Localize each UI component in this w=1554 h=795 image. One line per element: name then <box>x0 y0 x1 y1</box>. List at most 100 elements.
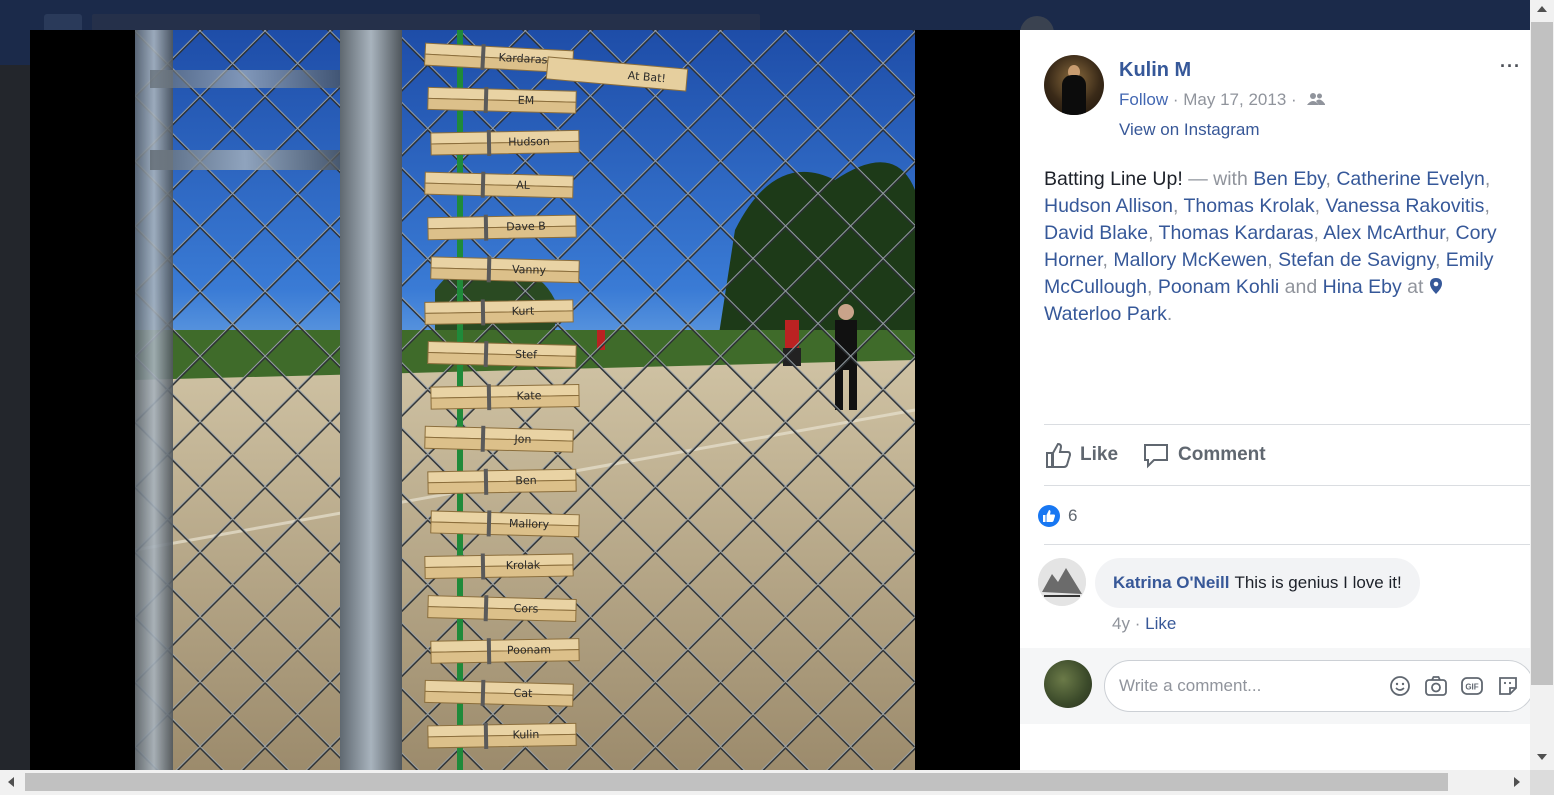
tagged-friend-link[interactable]: Thomas Krolak <box>1183 195 1314 217</box>
clothespin: Poonam <box>430 638 580 665</box>
photo-stage: Kardaras EM Hudson AL Dave B Vanny Kurt Stef Kat… <box>30 30 1020 770</box>
clothespin-label: Cat <box>513 687 533 701</box>
scroll-up-arrow-icon[interactable] <box>1536 4 1548 14</box>
comment-placeholder: Write a comment... <box>1119 676 1262 695</box>
comment-meta: 4y · Like <box>1112 614 1176 634</box>
scrollbar-corner <box>1530 770 1554 795</box>
caption-text: , <box>1313 222 1324 244</box>
clothespin-label: Dave B <box>506 220 546 234</box>
caption-line: David Blake, Thomas Kardaras, Alex McArt… <box>1044 220 1530 247</box>
like-button[interactable]: Like <box>1044 438 1118 472</box>
scroll-left-arrow-icon[interactable] <box>6 776 16 788</box>
caption-text: , <box>1267 249 1279 271</box>
clothespin-label: Hudson <box>508 135 550 149</box>
comment-input[interactable]: Write a comment... GIF <box>1104 660 1534 712</box>
clothespin-label: Kardaras <box>498 51 548 67</box>
author-avatar[interactable] <box>1044 55 1104 115</box>
tagged-friend-link[interactable]: Vanessa Rakovitis <box>1325 195 1484 217</box>
comment-label: Comment <box>1178 444 1266 465</box>
caption-text: , <box>1148 222 1159 244</box>
clothespin-label: EM <box>518 94 535 107</box>
tagged-friend-link[interactable]: Alex McArthur <box>1323 222 1444 244</box>
like-reaction-icon <box>1038 505 1060 527</box>
emoji-icon[interactable] <box>1387 673 1413 699</box>
caption-text: and <box>1279 276 1323 298</box>
reactions-summary[interactable]: 6 <box>1038 504 1077 528</box>
caption-text: , <box>1102 249 1114 271</box>
clothespin-label: Vanny <box>512 263 547 277</box>
view-on-instagram-link[interactable]: View on Instagram <box>1119 120 1259 140</box>
caption-text: . <box>1166 303 1173 325</box>
location-pin-icon <box>1429 278 1442 294</box>
clothespin-label: Kate <box>516 389 541 402</box>
clothespin-label: Cors <box>514 602 539 616</box>
sticker-icon[interactable] <box>1495 673 1521 699</box>
friends-audience-icon[interactable] <box>1307 92 1326 106</box>
caption-text: , <box>1444 222 1456 244</box>
clothespin: Dave B <box>427 214 577 241</box>
more-options-icon[interactable]: ··· <box>1500 56 1521 77</box>
tagged-friend-link[interactable]: Cory <box>1456 222 1497 244</box>
tagged-friend-link[interactable]: Stefan de Savigny <box>1278 249 1435 271</box>
thumbs-up-icon <box>1046 442 1072 468</box>
comment-text: This is genius I love it! <box>1234 573 1402 592</box>
comment-bubble: Katrina O'Neill This is genius I love it… <box>1095 558 1420 608</box>
post-caption: Batting Line Up! — with Ben Eby, Catheri… <box>1044 166 1530 328</box>
tagged-friend-link[interactable]: Thomas Kardaras <box>1159 222 1314 244</box>
clothespin: Hudson <box>430 129 580 157</box>
clothespin-label: Ben <box>515 474 537 487</box>
caption-text: , <box>1173 195 1184 217</box>
clothespin-label: Mallory <box>509 517 550 531</box>
commenter-name[interactable]: Katrina O'Neill <box>1113 573 1229 593</box>
caption-text: , <box>1314 195 1326 217</box>
divider-mid <box>1044 485 1530 486</box>
caption-line: Batting Line Up! — with Ben Eby, Catheri… <box>1044 166 1530 193</box>
clothespin-label: Kulin <box>513 728 540 741</box>
divider-top <box>1044 424 1530 425</box>
clothespin: Krolak <box>424 553 574 580</box>
like-label: Like <box>1080 444 1119 465</box>
clothespin-label: Poonam <box>507 643 551 657</box>
camera-icon[interactable] <box>1423 673 1449 699</box>
tagged-friend-link[interactable]: Hudson Allison <box>1044 195 1173 217</box>
comment-button[interactable]: Comment <box>1142 438 1266 472</box>
author-name[interactable]: Kulin M <box>1119 59 1191 82</box>
caption-text: , <box>1434 249 1446 271</box>
post-meta: Follow · May 17, 2013 · <box>1119 90 1326 110</box>
tagged-friend-link[interactable]: Mallory McKewen <box>1113 249 1267 271</box>
commenter-avatar[interactable] <box>1038 558 1086 606</box>
tagged-friend-link[interactable]: David Blake <box>1044 222 1148 244</box>
tagged-friend-link[interactable]: Emily <box>1446 249 1494 271</box>
tagged-friend-link[interactable]: Hina Eby <box>1323 276 1402 298</box>
horizontal-scroll-thumb[interactable] <box>25 773 1448 791</box>
tagged-friend-link[interactable]: Ben Eby <box>1253 168 1325 190</box>
caption-text: , <box>1146 276 1158 298</box>
tagged-friend-link[interactable]: Waterloo Park <box>1044 303 1167 325</box>
vertical-scroll-thumb[interactable] <box>1531 22 1553 685</box>
comment-age[interactable]: 4y <box>1112 614 1130 633</box>
comment-icon <box>1144 444 1168 469</box>
post-sidebar: Kulin M Follow · May 17, 2013 · View on … <box>1020 30 1534 770</box>
caption-text: , <box>1484 195 1490 217</box>
clothespin: Kate <box>430 384 580 411</box>
tagged-friend-link[interactable]: McCullough <box>1044 276 1147 298</box>
clothespin-label: Jon <box>513 433 531 446</box>
tagged-friend-link[interactable]: Catherine Evelyn <box>1336 168 1485 190</box>
comment-like-link[interactable]: Like <box>1145 614 1176 633</box>
post-date[interactable]: May 17, 2013 <box>1183 90 1286 109</box>
gif-label: GIF <box>1465 683 1478 692</box>
scroll-down-arrow-icon[interactable] <box>1536 752 1548 762</box>
clothespin: Ben <box>427 468 577 495</box>
tagged-friend-link[interactable]: Poonam Kohli <box>1158 276 1279 298</box>
clothespin-label: AL <box>516 179 531 192</box>
caption-text: , <box>1484 168 1491 190</box>
scroll-right-arrow-icon[interactable] <box>1512 776 1522 788</box>
post-photo: Kardaras EM Hudson AL Dave B Vanny Kurt Stef Kat… <box>135 30 915 770</box>
follow-link[interactable]: Follow <box>1119 90 1168 109</box>
viewer-avatar <box>1044 660 1092 708</box>
comment-composer: Write a comment... GIF <box>1020 648 1534 724</box>
tagged-friend-link[interactable]: Horner <box>1044 249 1103 271</box>
gif-icon[interactable]: GIF <box>1459 673 1485 699</box>
caption-line: Horner, Mallory McKewen, Stefan de Savig… <box>1044 247 1530 274</box>
caption-text: Batting Line Up! <box>1044 168 1189 190</box>
